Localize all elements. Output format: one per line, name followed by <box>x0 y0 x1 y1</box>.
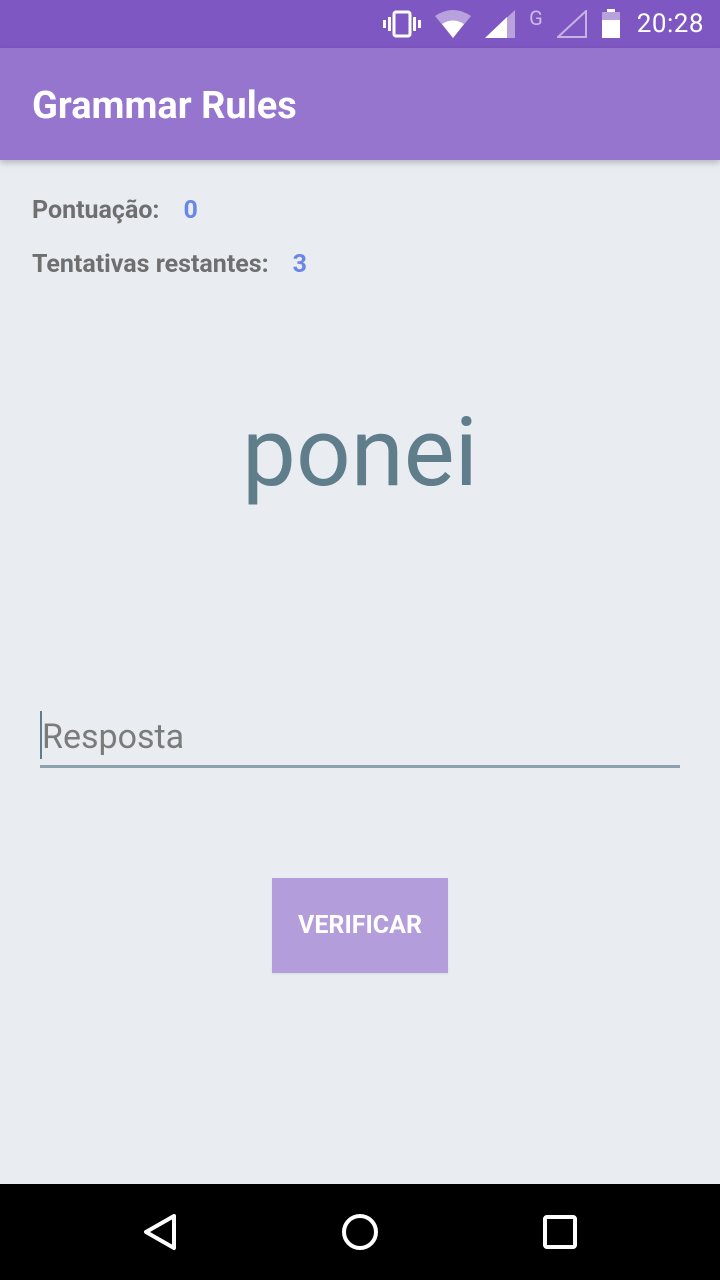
back-icon[interactable] <box>140 1212 180 1256</box>
wifi-icon <box>435 10 472 38</box>
recents-icon[interactable] <box>540 1212 580 1256</box>
signal-empty-icon <box>556 10 587 38</box>
score-row: Pontuação: 0 <box>32 196 198 225</box>
status-clock: 20:28 <box>636 9 704 39</box>
signal-icon <box>485 10 516 38</box>
tries-label: Tentativas restantes: <box>32 250 269 279</box>
home-icon[interactable] <box>340 1212 380 1256</box>
navigation-bar <box>0 1184 720 1280</box>
score-label: Pontuação: <box>32 196 160 225</box>
app-title: Grammar Rules <box>32 84 297 128</box>
battery-icon <box>601 9 621 39</box>
score-value: 0 <box>183 196 198 225</box>
status-bar: G 20:28 <box>0 0 720 48</box>
app-bar: Grammar Rules <box>0 48 720 160</box>
vibrate-icon <box>383 10 422 38</box>
tries-value: 3 <box>292 250 308 279</box>
answer-placeholder: Resposta <box>42 717 185 757</box>
verify-button[interactable]: VERIFICAR <box>272 878 448 973</box>
prompt-word: ponei <box>242 397 478 509</box>
status-icons: G 20:28 <box>383 0 704 48</box>
tries-row: Tentativas restantes: 3 <box>32 250 307 279</box>
g-network-icon: G <box>529 6 543 30</box>
